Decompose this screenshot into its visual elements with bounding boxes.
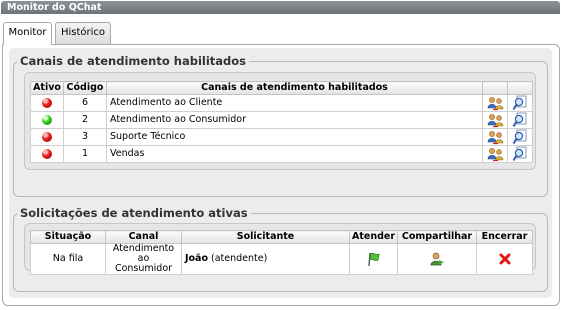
tab-panel: Canais de atendimento habilitados Ativo …: [2, 44, 560, 306]
channel-nome: Atendimento ao Consumidor: [106, 111, 483, 129]
col-situacao[interactable]: Situação: [30, 230, 106, 244]
green-flag-icon: [367, 252, 380, 267]
col-ativo[interactable]: Ativo: [30, 81, 64, 95]
channels-legend: Canais de atendimento habilitados: [17, 54, 250, 68]
tab-monitor-label: Monitor: [8, 27, 47, 38]
encerrar-button[interactable]: [476, 243, 533, 275]
channel-view-button[interactable]: [507, 128, 533, 146]
requests-table: Situação Canal Solicitante Atender Compa…: [30, 230, 533, 275]
channel-status[interactable]: [30, 128, 64, 146]
users-transfer-icon: [487, 96, 503, 110]
window-title-bar: Monitor do QChat: [1, 1, 560, 14]
channels-table: Ativo Código Canais de atendimento habil…: [30, 81, 533, 163]
channel-view-button[interactable]: [507, 94, 533, 112]
request-canal-line1: Atendimento ao: [112, 243, 175, 264]
status-red-icon: [42, 97, 52, 108]
channel-transfer-button[interactable]: [482, 111, 508, 129]
tab-monitor[interactable]: Monitor: [3, 22, 52, 45]
channel-codigo: 2: [63, 111, 107, 129]
request-row: Na fila Atendimento ao Consumidor João (…: [30, 243, 533, 275]
channel-codigo: 6: [63, 94, 107, 112]
request-solicitante-papel: (atendente): [211, 253, 268, 264]
channel-row: 6 Atendimento ao Cliente: [30, 94, 533, 112]
channel-view-button[interactable]: [507, 145, 533, 163]
col-canal[interactable]: Canal: [105, 230, 182, 244]
channels-header-row: Ativo Código Canais de atendimento habil…: [30, 81, 533, 95]
requests-legend: Solicitações de atendimento ativas: [17, 206, 251, 220]
magnifier-document-icon: [512, 95, 527, 111]
red-x-icon: [499, 253, 510, 265]
users-transfer-icon: [487, 113, 503, 127]
channel-row: 3 Suporte Técnico: [30, 128, 533, 146]
magnifier-document-icon: [512, 112, 527, 128]
channel-nome: Vendas: [106, 145, 483, 163]
magnifier-document-icon: [512, 129, 527, 145]
channel-transfer-button[interactable]: [482, 94, 508, 112]
channel-status[interactable]: [30, 94, 64, 112]
users-transfer-icon: [487, 130, 503, 144]
request-situacao: Na fila: [30, 243, 106, 275]
col-solicitante[interactable]: Solicitante: [181, 230, 350, 244]
request-canal-line2: Consumidor: [114, 263, 173, 274]
request-solicitante-nome: João: [185, 253, 208, 264]
channel-row: 2 Atendimento ao Consumidor: [30, 111, 533, 129]
users-transfer-icon: [487, 147, 503, 161]
window-title: Monitor do QChat: [7, 2, 102, 13]
channel-status[interactable]: [30, 111, 64, 129]
channel-row: 1 Vendas: [30, 145, 533, 163]
col-action-1: [482, 81, 508, 95]
channel-view-button[interactable]: [507, 111, 533, 129]
user-share-icon: [430, 252, 444, 266]
channel-transfer-button[interactable]: [482, 145, 508, 163]
requests-header-row: Situação Canal Solicitante Atender Compa…: [30, 230, 533, 244]
channel-codigo: 1: [63, 145, 107, 163]
col-compartilhar[interactable]: Compartilhar: [397, 230, 477, 244]
status-red-icon: [42, 131, 52, 142]
request-canal: Atendimento ao Consumidor: [105, 243, 182, 275]
compartilhar-button[interactable]: [397, 243, 477, 275]
channel-nome: Atendimento ao Cliente: [106, 94, 483, 112]
panel-content: Canais de atendimento habilitados Ativo …: [9, 48, 552, 298]
request-solicitante: João (atendente): [181, 243, 350, 275]
atender-button[interactable]: [349, 243, 398, 275]
channel-nome: Suporte Técnico: [106, 128, 483, 146]
magnifier-document-icon: [512, 146, 527, 162]
tab-historico[interactable]: Histórico: [55, 22, 111, 44]
col-atender[interactable]: Atender: [349, 230, 398, 244]
col-codigo[interactable]: Código: [63, 81, 107, 95]
channel-status[interactable]: [30, 145, 64, 163]
channel-codigo: 3: [63, 128, 107, 146]
tab-historico-label: Histórico: [60, 27, 106, 38]
col-encerrar[interactable]: Encerrar: [476, 230, 533, 244]
status-red-icon: [42, 148, 52, 159]
col-canais[interactable]: Canais de atendimento habilitados: [106, 81, 483, 95]
channel-transfer-button[interactable]: [482, 128, 508, 146]
col-action-2: [507, 81, 533, 95]
status-green-icon: [42, 114, 52, 125]
